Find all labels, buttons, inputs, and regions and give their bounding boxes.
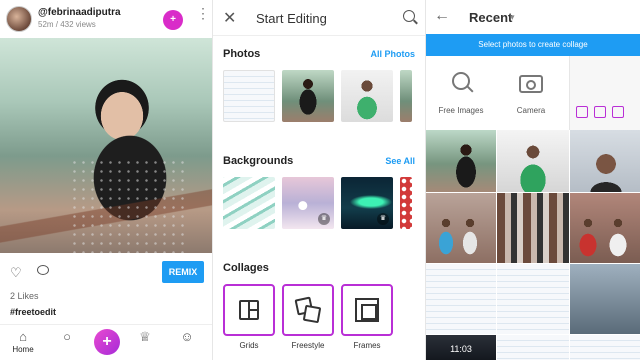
collage-picker-panel: ← Recent ▾ Select photos to create colla…	[426, 0, 640, 360]
heart-icon[interactable]: ♡	[10, 265, 22, 281]
collage-grids-card[interactable]	[223, 284, 275, 336]
grid-photo[interactable]	[570, 193, 640, 263]
photos-row	[223, 70, 412, 122]
freestyle-icon	[302, 304, 322, 324]
grid-photo[interactable]: 11:03	[426, 335, 496, 360]
grid-photo[interactable]	[570, 335, 640, 360]
photo-thumb[interactable]	[282, 70, 334, 122]
camera-icon	[519, 72, 543, 96]
search-icon	[449, 72, 474, 96]
grid-photo[interactable]	[426, 130, 496, 192]
profile-icon: ☺	[180, 329, 194, 344]
photo-grid: 11:03	[426, 130, 640, 360]
bottom-nav: ⌂ Home ○ + ♕ ☺	[0, 324, 212, 360]
grid-photo[interactable]	[426, 193, 496, 263]
backgrounds-row: ♛ ♛	[223, 177, 412, 229]
hashtag[interactable]: #freetoedit	[10, 307, 56, 317]
add-button[interactable]: +	[94, 329, 120, 355]
start-editing-panel: ✕ Start Editing Photos All Photos Backgr…	[213, 0, 426, 360]
collage-freestyle-card[interactable]	[282, 284, 334, 336]
mini-collage-card	[576, 106, 588, 118]
nav-search[interactable]: ○	[52, 329, 82, 345]
background-thumb[interactable]	[400, 177, 412, 229]
trophy-icon: ♕	[139, 329, 151, 344]
photo-thumb[interactable]	[341, 70, 393, 122]
mini-collage-card	[594, 106, 606, 118]
collage-frames-card[interactable]	[341, 284, 393, 336]
album-title[interactable]: Recent	[469, 10, 512, 25]
upload-info: 52m / 432 views	[38, 20, 96, 29]
picker-header: ← Recent ▾	[426, 0, 640, 34]
side-screenshot-strip	[569, 56, 640, 130]
search-icon: ○	[63, 329, 71, 344]
all-photos-link[interactable]: All Photos	[371, 49, 416, 59]
collages-row	[223, 284, 393, 336]
grid-layout-icon	[239, 300, 259, 320]
photo-thumb[interactable]	[400, 70, 412, 122]
home-icon: ⌂	[19, 329, 27, 344]
grid-photo[interactable]	[570, 264, 640, 334]
free-images-label: Free Images	[438, 106, 484, 115]
frame-icon	[355, 298, 379, 322]
grid-photo[interactable]	[497, 130, 569, 192]
see-all-link[interactable]: See All	[385, 156, 415, 166]
grid-photo[interactable]	[426, 264, 496, 334]
collage-label-grids: Grids	[239, 341, 259, 350]
free-images-source[interactable]: Free Images	[426, 72, 496, 115]
search-icon[interactable]	[403, 10, 415, 22]
collage-label-freestyle: Freestyle	[291, 341, 325, 350]
comment-icon[interactable]	[37, 265, 49, 275]
crown-icon: ♛	[377, 213, 389, 225]
camera-label: Camera	[516, 106, 546, 115]
crown-icon: ♛	[318, 213, 330, 225]
editor-header: ✕ Start Editing	[213, 0, 425, 36]
post-photo[interactable]	[0, 38, 212, 253]
back-arrow-icon[interactable]: ←	[434, 7, 450, 25]
post-view-panel: @febrinaadiputra 52m / 432 views + ⋮ ♡ R…	[0, 0, 213, 360]
photo-dress-pattern	[70, 158, 190, 253]
username[interactable]: @febrinaadiputra	[38, 7, 121, 19]
avatar[interactable]	[6, 6, 32, 32]
collage-label-frames: Frames	[353, 341, 381, 350]
collages-section-title: Collages	[223, 262, 269, 274]
grid-photo[interactable]	[497, 335, 569, 360]
screenshot-collage: @febrinaadiputra 52m / 432 views + ⋮ ♡ R…	[0, 0, 640, 360]
more-vert-icon[interactable]: ⋮	[196, 6, 210, 30]
mini-collage-card	[612, 106, 624, 118]
nav-home[interactable]: ⌂ Home	[8, 329, 38, 354]
photos-section-title: Photos	[223, 48, 261, 60]
chevron-down-icon[interactable]: ▾	[510, 12, 515, 23]
camera-source[interactable]: Camera	[496, 72, 566, 115]
nav-profile[interactable]: ☺	[172, 329, 202, 345]
nav-challenges[interactable]: ♕	[130, 329, 160, 345]
post-header: @febrinaadiputra 52m / 432 views + ⋮	[0, 0, 212, 38]
collage-banner: Select photos to create collage	[426, 34, 640, 56]
background-thumb[interactable]	[223, 177, 275, 229]
background-thumb[interactable]: ♛	[282, 177, 334, 229]
grid-photo[interactable]	[497, 264, 569, 334]
photo-thumb[interactable]	[223, 70, 275, 122]
background-thumb[interactable]: ♛	[341, 177, 393, 229]
page-title: Start Editing	[256, 11, 327, 26]
grid-photo[interactable]	[570, 130, 640, 192]
post-actions: ♡ REMIX	[0, 253, 212, 291]
likes-count[interactable]: 2 Likes	[10, 291, 39, 301]
nav-home-label: Home	[12, 345, 34, 354]
grid-photo[interactable]	[497, 193, 569, 263]
user-meta: @febrinaadiputra 52m / 432 views	[38, 7, 121, 31]
add-friend-icon[interactable]: +	[163, 10, 183, 30]
close-icon[interactable]: ✕	[223, 8, 236, 28]
remix-button[interactable]: REMIX	[162, 261, 204, 283]
backgrounds-section-title: Backgrounds	[223, 155, 294, 167]
